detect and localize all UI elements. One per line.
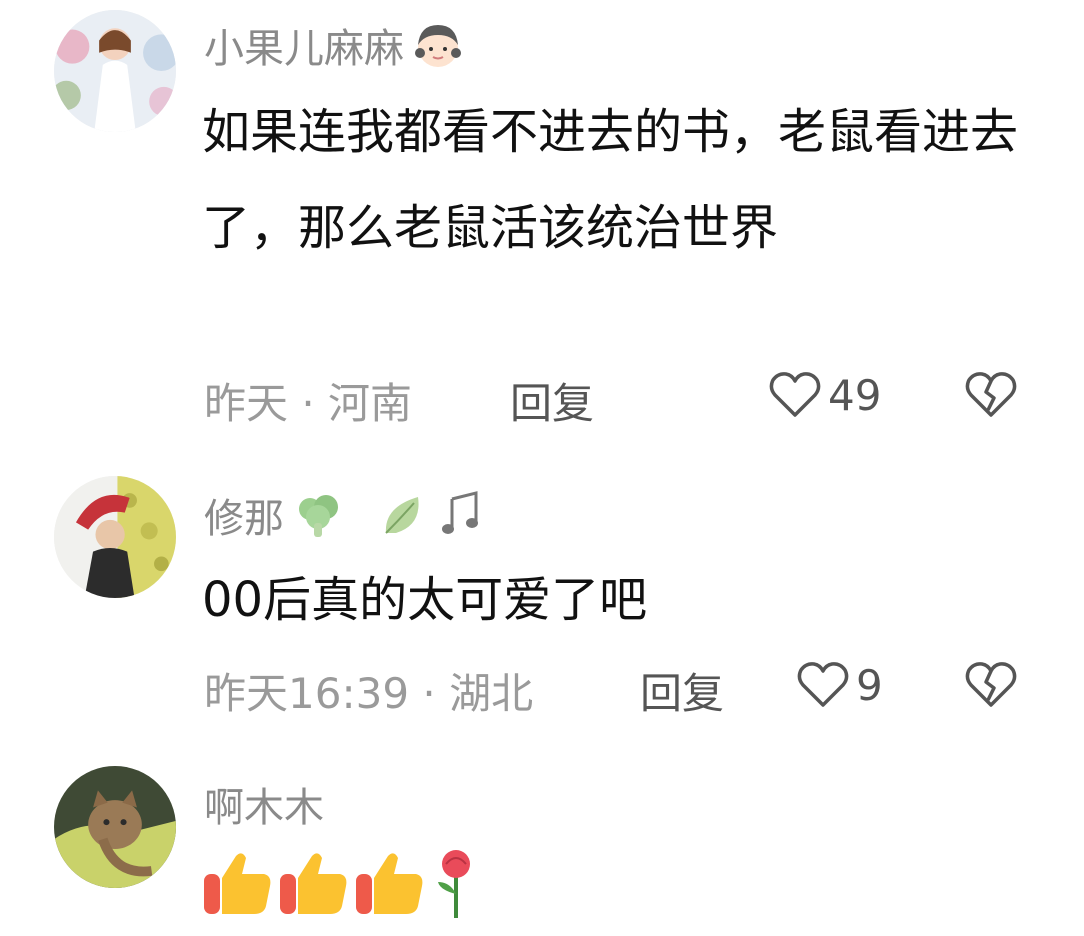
time-location: 昨天16:39 · 湖北 bbox=[204, 669, 534, 718]
avatar[interactable] bbox=[54, 766, 176, 888]
like-button[interactable]: 49 bbox=[768, 370, 881, 420]
thumbs-up-icon bbox=[202, 848, 276, 918]
comment-text: 如果连我都看不进去的书，老鼠看进去了，那么老鼠活该统治世界 bbox=[202, 104, 1019, 256]
username[interactable]: 修那 bbox=[204, 484, 488, 546]
heart-icon bbox=[768, 370, 822, 420]
leaf-icon bbox=[378, 489, 430, 541]
heart-icon bbox=[796, 660, 850, 710]
broken-heart-icon[interactable] bbox=[964, 660, 1018, 710]
rose-icon bbox=[430, 846, 482, 920]
username-label: 修那 bbox=[204, 496, 284, 542]
comment-text: 00后真的太可爱了吧 bbox=[202, 572, 648, 628]
username[interactable]: 小果儿麻麻 bbox=[204, 14, 464, 76]
time-location: 昨天 · 河南 bbox=[204, 379, 413, 428]
comment-meta: 昨天16:39 · 湖北 回复 9 bbox=[204, 660, 1084, 720]
reply-button[interactable]: 回复 bbox=[510, 370, 594, 431]
thumbs-up-icon bbox=[354, 848, 428, 918]
comment-meta: 昨天 · 河南 回复 49 bbox=[204, 370, 1084, 430]
username-label: 啊木木 bbox=[204, 785, 324, 831]
reply-button[interactable]: 回复 bbox=[640, 660, 724, 721]
thumbs-up-icon bbox=[278, 848, 352, 918]
avatar[interactable] bbox=[54, 10, 176, 132]
emoji-row bbox=[202, 846, 482, 920]
broken-heart-icon[interactable] bbox=[964, 370, 1018, 420]
username-label: 小果儿麻麻 bbox=[204, 26, 404, 72]
girl-face-icon bbox=[412, 19, 464, 71]
avatar[interactable] bbox=[54, 476, 176, 598]
like-count: 9 bbox=[856, 660, 883, 710]
like-count: 49 bbox=[828, 370, 882, 420]
broccoli-icon bbox=[292, 489, 344, 541]
username[interactable]: 啊木木 bbox=[204, 774, 324, 834]
like-button[interactable]: 9 bbox=[796, 660, 883, 710]
music-notes-icon bbox=[438, 489, 488, 541]
